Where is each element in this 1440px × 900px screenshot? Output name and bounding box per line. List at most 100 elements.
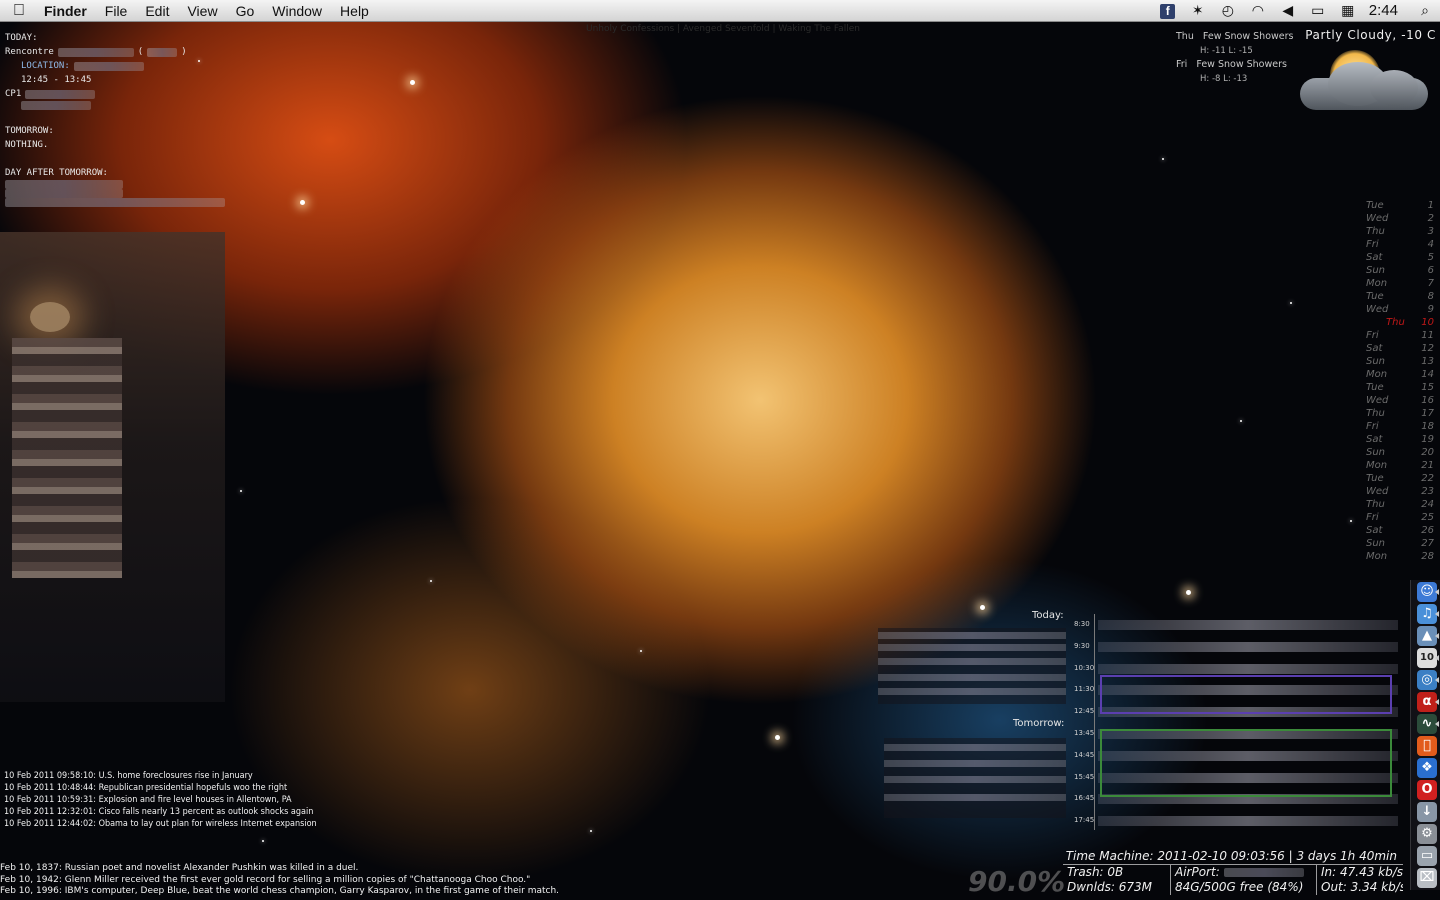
calendar-day[interactable]: Mon 28: [1366, 550, 1434, 563]
calendar-weekday: Fri: [1366, 239, 1379, 250]
menu-app-finder[interactable]: Finder: [38, 3, 96, 19]
news-item[interactable]: 10 Feb 2011 09:58:10: U.S. home foreclos…: [4, 770, 317, 782]
calendar-weekday: Sun: [1366, 356, 1386, 367]
calendar-menu-icon[interactable]: ▦: [1333, 2, 1363, 19]
acrobat-icon[interactable]: α: [1417, 692, 1437, 712]
news-item[interactable]: 10 Feb 2011 12:32:01: Cisco falls nearly…: [4, 806, 317, 818]
opera-icon[interactable]: O: [1417, 780, 1437, 800]
calendar-day[interactable]: Fri 18: [1366, 420, 1434, 433]
downloads-icon[interactable]: ↓: [1417, 802, 1437, 822]
calendar-date: 11: [1421, 330, 1434, 341]
imac-icon[interactable]: ▭: [1417, 846, 1437, 866]
calendar-day[interactable]: Wed 9: [1366, 303, 1434, 316]
redacted-event[interactable]: [884, 744, 1066, 751]
weather-widget: Thu Few Snow Showers H: -11 L: -15 Fri F…: [1176, 28, 1436, 118]
ical-icon[interactable]: 10: [1417, 648, 1437, 668]
agenda-today-label: TODAY:: [5, 33, 38, 43]
timeline-event-block[interactable]: [1100, 674, 1392, 714]
trash-icon[interactable]: ⌧: [1417, 868, 1437, 888]
facebook-icon[interactable]: f: [1153, 2, 1183, 19]
calendar-day[interactable]: Fri 11: [1366, 329, 1434, 342]
calendar-day[interactable]: Sat 19: [1366, 433, 1434, 446]
calendar-day[interactable]: Thu 17: [1366, 407, 1434, 420]
timeline-event-strip[interactable]: [1098, 663, 1398, 674]
bluetooth-icon[interactable]: ✶: [1183, 2, 1213, 19]
battery-icon[interactable]: ▭: [1303, 2, 1333, 19]
news-item[interactable]: 10 Feb 2011 10:48:44: Republican preside…: [4, 782, 317, 794]
time-machine-icon[interactable]: ◴: [1213, 2, 1243, 19]
menu-window[interactable]: Window: [263, 3, 331, 19]
redacted-event[interactable]: [878, 688, 1066, 695]
menu-edit[interactable]: Edit: [136, 3, 178, 19]
calendar-day[interactable]: Tue 8: [1366, 290, 1434, 303]
calendar-weekday: Sun: [1366, 447, 1386, 458]
calendar-day[interactable]: Fri 4: [1366, 238, 1434, 251]
star: [410, 80, 415, 85]
calendar-weekday: Wed: [1366, 304, 1389, 315]
volume-icon[interactable]: ◀: [1273, 2, 1303, 19]
redacted-event[interactable]: [878, 658, 1066, 665]
calendar-day[interactable]: Thu 24: [1366, 498, 1434, 511]
timeline-event-strip[interactable]: [1098, 816, 1398, 827]
apple-menu-icon[interactable]: : [0, 2, 38, 20]
partly-cloudy-icon: [1300, 50, 1428, 116]
events-today-label: Today:: [1032, 610, 1064, 621]
calendar-day[interactable]: Wed 16: [1366, 394, 1434, 407]
system-prefs-icon[interactable]: ⚙: [1417, 824, 1437, 844]
wifi-icon[interactable]: ◠: [1243, 2, 1273, 19]
redacted-event[interactable]: [878, 674, 1066, 681]
calendar-day[interactable]: Tue 15: [1366, 381, 1434, 394]
calendar-day[interactable]: Sun 20: [1366, 446, 1434, 459]
menu-view[interactable]: View: [178, 3, 226, 19]
menu-file[interactable]: File: [96, 3, 137, 19]
safari-icon[interactable]: ◎: [1417, 670, 1437, 690]
calendar-day[interactable]: Sun 13: [1366, 355, 1434, 368]
calendar-day[interactable]: Wed 23: [1366, 485, 1434, 498]
redacted-event[interactable]: [884, 794, 1066, 801]
calendar-day[interactable]: Mon 7: [1366, 277, 1434, 290]
menu-help[interactable]: Help: [331, 3, 378, 19]
news-item[interactable]: 10 Feb 2011 10:59:31: Explosion and fire…: [4, 794, 317, 806]
calendar-day[interactable]: Sun 6: [1366, 264, 1434, 277]
calendar-day-today[interactable]: Thu 10: [1366, 316, 1434, 329]
month-calendar: Tue 1 Wed 2 Thu 3 Fri 4 Sat 5 Sun 6 Mon 7 Tue 8 Wed 9 Thu 1…: [1366, 199, 1434, 563]
running-indicator-icon: [1435, 721, 1439, 727]
redacted-photo-region: [12, 338, 122, 578]
calendar-day[interactable]: Sat 5: [1366, 251, 1434, 264]
redacted-event[interactable]: [884, 760, 1066, 767]
redacted-event[interactable]: [878, 632, 1066, 639]
timeline-event-strip[interactable]: [1098, 620, 1398, 630]
redacted-event[interactable]: [878, 644, 1066, 651]
menu-go[interactable]: Go: [227, 3, 264, 19]
timeline-event-strip[interactable]: [1098, 641, 1398, 652]
calendar-day[interactable]: Wed 2: [1366, 212, 1434, 225]
calendar-day[interactable]: Thu 3: [1366, 225, 1434, 238]
calendar-date: 6: [1427, 265, 1434, 276]
calendar-day[interactable]: Tue 22: [1366, 472, 1434, 485]
calendar-day[interactable]: Fri 25: [1366, 511, 1434, 524]
itunes-icon[interactable]: ♫: [1417, 604, 1437, 624]
calendar-day[interactable]: Mon 21: [1366, 459, 1434, 472]
weather-forecast: Thu Few Snow Showers H: -11 L: -15 Fri F…: [1176, 30, 1294, 86]
agenda-tomorrow-label: TOMORROW:: [5, 126, 54, 136]
calendar-day[interactable]: Sat 12: [1366, 342, 1434, 355]
activity-monitor-icon[interactable]: ∿: [1417, 714, 1437, 734]
redacted-event[interactable]: [884, 776, 1066, 783]
spotlight-search-icon[interactable]: ⌕: [1410, 2, 1440, 19]
star: [240, 490, 242, 492]
calendar-weekday: Sat: [1366, 434, 1383, 445]
calendar-day[interactable]: Mon 14: [1366, 368, 1434, 381]
finder-icon[interactable]: ☺: [1417, 582, 1437, 602]
apple-icon[interactable]: : [1417, 736, 1437, 756]
timeline-hour-label: 11:30: [1074, 685, 1095, 694]
windows-icon[interactable]: ❖: [1417, 758, 1437, 778]
calendar-day[interactable]: Sat 26: [1366, 524, 1434, 537]
calendar-day[interactable]: Sun 27: [1366, 537, 1434, 550]
preview-icon[interactable]: ▲: [1417, 626, 1437, 646]
calendar-day[interactable]: Tue 1: [1366, 199, 1434, 212]
news-item[interactable]: 10 Feb 2011 12:44:02: Obama to lay out p…: [4, 818, 317, 830]
calendar-date: 7: [1427, 278, 1434, 289]
timeline-event-block[interactable]: [1100, 729, 1392, 797]
menu-clock[interactable]: 2:44: [1363, 2, 1410, 19]
calendar-date: 27: [1421, 538, 1434, 549]
